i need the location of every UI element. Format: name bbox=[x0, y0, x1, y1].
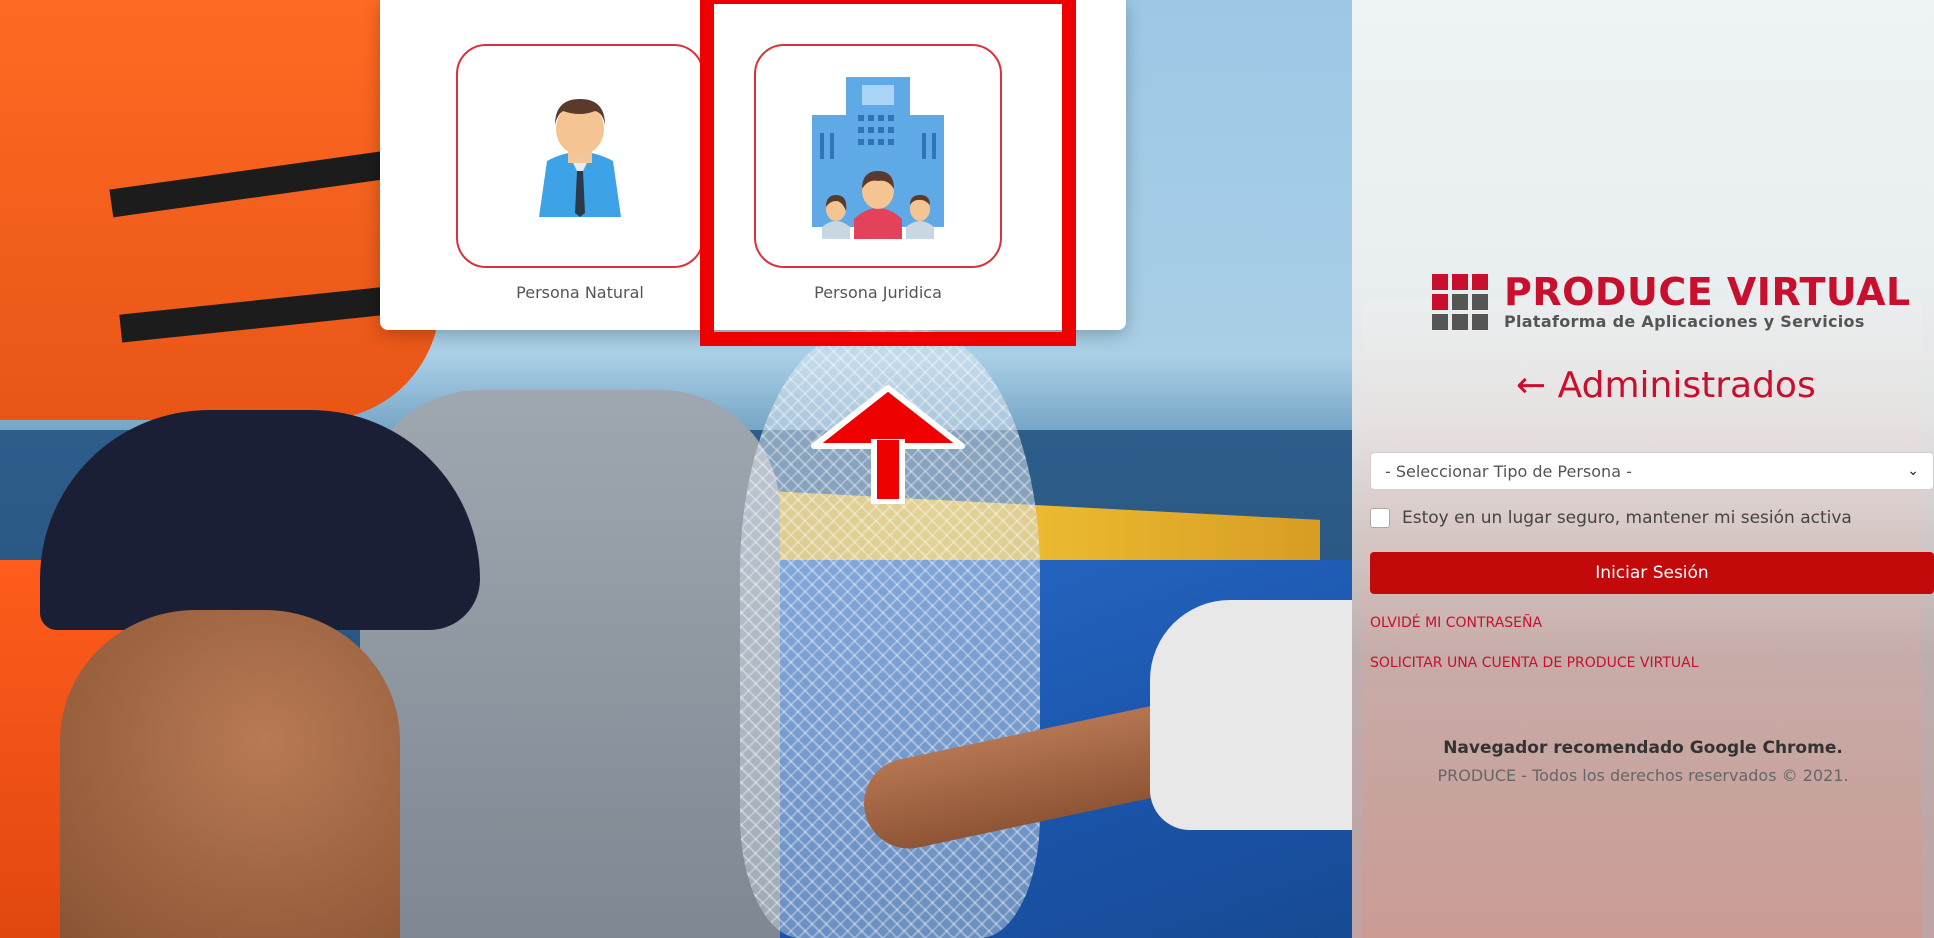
forgot-password-link[interactable]: OLVIDÉ MI CONTRASEÑA bbox=[1370, 615, 1542, 631]
chevron-down-icon: ⌄ bbox=[1907, 463, 1919, 479]
person-type-picker: Persona Natural Persona Juridica bbox=[380, 0, 1126, 330]
person-type-select-value: - Seleccionar Tipo de Persona - bbox=[1385, 461, 1632, 481]
option-persona-juridica[interactable] bbox=[754, 44, 1002, 268]
remember-session-checkbox[interactable] bbox=[1370, 508, 1390, 528]
request-account-link[interactable]: SOLICITAR UNA CUENTA DE PRODUCE VIRTUAL bbox=[1370, 655, 1699, 671]
copyright: PRODUCE - Todos los derechos reservados … bbox=[1437, 766, 1849, 785]
life-vest bbox=[0, 0, 440, 420]
login-button[interactable]: Iniciar Sesión bbox=[1370, 552, 1934, 594]
option-persona-natural-label: Persona Natural bbox=[516, 283, 644, 302]
arrow-up-icon bbox=[811, 385, 965, 504]
login-panel: PRODUCE VIRTUAL Plataforma de Aplicacion… bbox=[1352, 0, 1934, 938]
footer: Navegador recomendado Google Chrome. PRO… bbox=[1352, 738, 1934, 785]
fisherman-face bbox=[60, 610, 400, 938]
organization-icon bbox=[812, 77, 944, 239]
option-persona-juridica-label: Persona Juridica bbox=[814, 283, 942, 302]
person-type-select[interactable]: - Seleccionar Tipo de Persona - ⌄ bbox=[1370, 452, 1934, 490]
brand-subtitle: Plataforma de Aplicaciones y Servicios bbox=[1504, 312, 1865, 331]
brand-title: PRODUCE VIRTUAL bbox=[1504, 270, 1911, 314]
fisherman-shirt-white bbox=[1150, 600, 1352, 830]
browser-note: Navegador recomendado Google Chrome. bbox=[1443, 738, 1843, 758]
person-natural-icon bbox=[539, 99, 621, 217]
remember-session-label: Estoy en un lugar seguro, mantener mi se… bbox=[1402, 508, 1852, 528]
produce-logo-icon bbox=[1432, 273, 1488, 330]
remember-session: Estoy en un lugar seguro, mantener mi se… bbox=[1370, 508, 1852, 528]
option-persona-natural[interactable] bbox=[456, 44, 704, 268]
back-administrados-link[interactable]: ← Administrados bbox=[1516, 365, 1816, 406]
produce-virtual-logo: PRODUCE VIRTUAL Plataforma de Aplicacion… bbox=[1432, 272, 1911, 331]
